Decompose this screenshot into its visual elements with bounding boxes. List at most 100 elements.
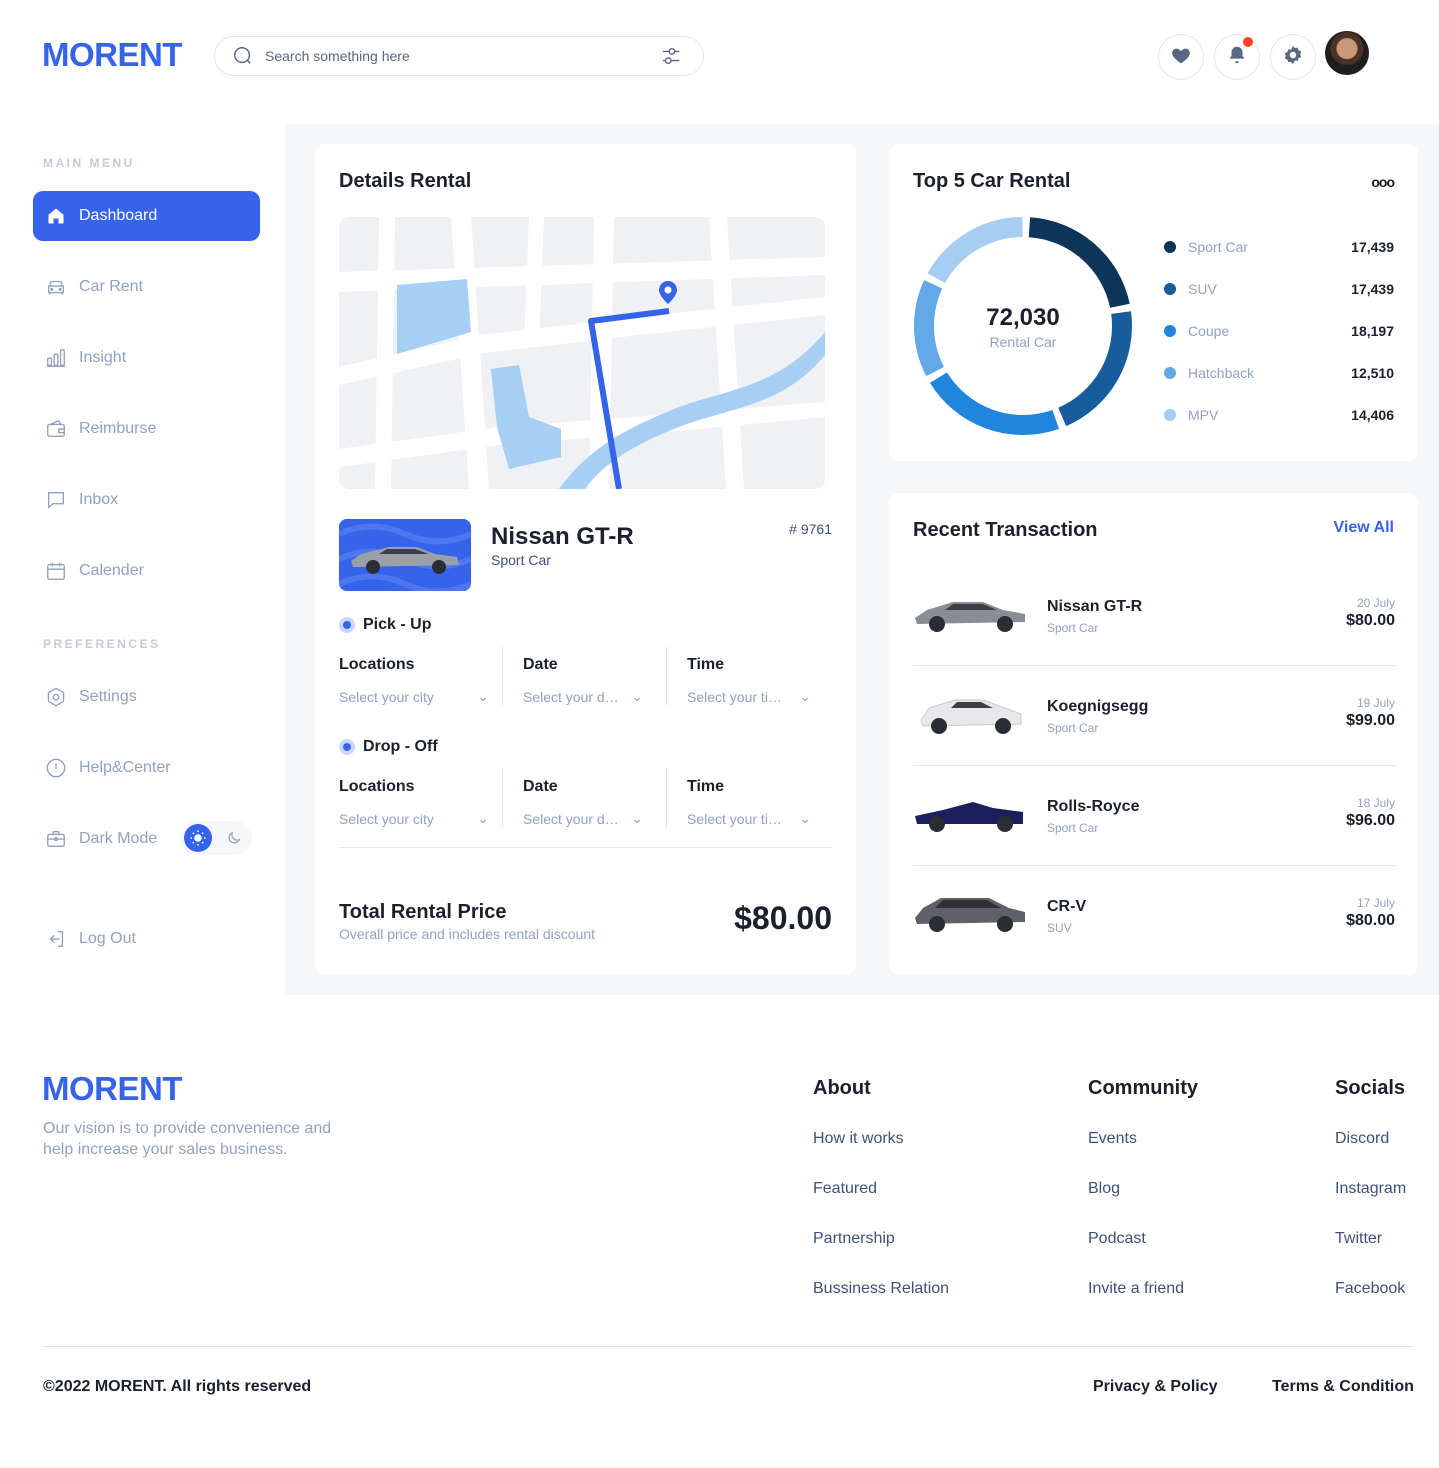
chevron-down-icon[interactable]: ⌄ xyxy=(477,810,489,827)
footer-link[interactable]: Events xyxy=(1088,1130,1198,1180)
dropoff-time-field[interactable]: Time Select your time ⌄ xyxy=(687,778,811,827)
footer-link[interactable]: Podcast xyxy=(1088,1230,1198,1280)
car-icon xyxy=(45,276,67,298)
transaction-car-type: Sport Car xyxy=(1047,621,1099,635)
header-actions xyxy=(1158,34,1316,80)
logout-button[interactable]: Log Out xyxy=(33,914,260,964)
transaction-row[interactable]: CR-V SUV 17 July $80.00 xyxy=(913,866,1395,966)
total-price-title: Total Rental Price xyxy=(339,901,507,923)
view-all-link[interactable]: View All xyxy=(1334,519,1394,537)
field-label: Date xyxy=(523,656,558,673)
pickup-date-field[interactable]: Date Select your date ⌄ xyxy=(523,656,643,705)
sidebar-item-label: Car Rent xyxy=(79,278,144,295)
transaction-row[interactable]: Koegnigsegg Sport Car 19 July $99.00 xyxy=(913,666,1395,766)
sidebar-item-reimburse[interactable]: Reimburse xyxy=(33,404,260,454)
legend-swatch xyxy=(1164,409,1176,421)
donut-total: 72,030 xyxy=(986,304,1060,331)
chevron-down-icon[interactable]: ⌄ xyxy=(799,810,811,827)
favorites-button[interactable] xyxy=(1158,34,1204,80)
radio-icon[interactable] xyxy=(339,617,355,633)
terms-condition-link[interactable]: Terms & Condition xyxy=(1272,1378,1414,1396)
message-icon xyxy=(45,489,67,511)
footer-link[interactable]: How it works xyxy=(813,1130,949,1180)
heart-icon xyxy=(1170,44,1192,71)
footer-link[interactable]: Partnership xyxy=(813,1230,949,1280)
filter-icon[interactable] xyxy=(659,44,683,68)
transaction-car-type: SUV xyxy=(1047,921,1072,935)
sidebar-item-help-center[interactable]: Help&Center xyxy=(33,743,260,793)
legend-value: 18,197 xyxy=(1351,323,1394,339)
footer-link[interactable]: Blog xyxy=(1088,1180,1198,1230)
legend-swatch xyxy=(1164,241,1176,253)
top5-title: Top 5 Car Rental xyxy=(913,170,1071,192)
legend-value: 14,406 xyxy=(1351,407,1394,423)
footer-link[interactable]: Featured xyxy=(813,1180,949,1230)
footer-link[interactable]: Instagram xyxy=(1335,1180,1406,1230)
footer-logo[interactable]: MORENT xyxy=(42,1070,183,1108)
moon-icon[interactable] xyxy=(220,824,248,852)
brand-logo[interactable]: MORENT xyxy=(42,36,183,74)
sidebar-item-settings[interactable]: Settings xyxy=(33,672,260,722)
donut-slice[interactable] xyxy=(927,217,1023,284)
legend-name: SUV xyxy=(1188,281,1217,297)
more-options-icon[interactable]: ooo xyxy=(1371,174,1395,190)
privacy-policy-link[interactable]: Privacy & Policy xyxy=(1093,1378,1218,1396)
route-map[interactable] xyxy=(339,217,825,489)
sidebar-item-calender[interactable]: Calender xyxy=(33,546,260,596)
donut-slice[interactable] xyxy=(1028,217,1130,309)
transaction-price: $99.00 xyxy=(1346,712,1395,729)
car-image xyxy=(913,788,1027,840)
notifications-button[interactable] xyxy=(1214,34,1260,80)
sidebar-item-label: Dark Mode xyxy=(79,830,158,847)
sidebar-item-dashboard[interactable]: Dashboard xyxy=(33,191,260,241)
car-image xyxy=(913,688,1027,740)
dark-mode-toggle[interactable] xyxy=(180,821,252,855)
legend-name: MPV xyxy=(1188,407,1219,423)
dropoff-date-field[interactable]: Date Select your date ⌄ xyxy=(523,778,643,827)
car-image xyxy=(913,588,1027,640)
footer-divider xyxy=(43,1346,1413,1347)
chart-icon xyxy=(45,347,67,369)
chevron-down-icon[interactable]: ⌄ xyxy=(477,688,489,705)
preferences-heading: PREFERENCES xyxy=(43,637,161,651)
settings-button[interactable] xyxy=(1270,34,1316,80)
chevron-down-icon[interactable]: ⌄ xyxy=(631,688,643,705)
footer-link[interactable]: Facebook xyxy=(1335,1280,1406,1330)
divider xyxy=(666,646,667,706)
donut-slice[interactable] xyxy=(929,372,1060,435)
divider xyxy=(339,847,832,848)
dropoff-location-field[interactable]: Locations Select your city ⌄ xyxy=(339,778,489,827)
legend-swatch xyxy=(1164,367,1176,379)
legend-item: Hatchback 12,510 xyxy=(1164,352,1394,394)
donut-chart: 72,030 Rental Car xyxy=(913,216,1133,436)
footer-link[interactable]: Bussiness Relation xyxy=(813,1280,949,1330)
sidebar-item-dark-mode[interactable]: Dark Mode xyxy=(33,814,173,864)
chevron-down-icon[interactable]: ⌄ xyxy=(799,688,811,705)
divider xyxy=(502,646,503,706)
donut-legend: Sport Car 17,439 SUV 17,439 Coupe 18,197 Ha… xyxy=(1164,226,1394,436)
calendar-icon xyxy=(45,560,67,582)
footer-column-socials: Socials Discord Instagram Twitter Facebo… xyxy=(1335,1077,1406,1330)
avatar[interactable] xyxy=(1325,31,1369,75)
transaction-row[interactable]: Rolls-Royce Sport Car 18 July $96.00 xyxy=(913,766,1395,866)
field-value: Select your city xyxy=(339,688,434,705)
sidebar-item-label: Insight xyxy=(79,349,127,366)
search-input[interactable] xyxy=(265,48,659,64)
footer-link[interactable]: Discord xyxy=(1335,1130,1406,1180)
field-label: Locations xyxy=(339,778,415,795)
footer-link[interactable]: Twitter xyxy=(1335,1230,1406,1280)
sidebar-item-inbox[interactable]: Inbox xyxy=(33,475,260,525)
transaction-date: 17 July xyxy=(1356,896,1395,910)
briefcase-icon xyxy=(45,828,67,850)
legend-name: Hatchback xyxy=(1188,365,1255,381)
pickup-time-field[interactable]: Time Select your time ⌄ xyxy=(687,656,811,705)
chevron-down-icon[interactable]: ⌄ xyxy=(631,810,643,827)
sidebar-item-car-rent[interactable]: Car Rent xyxy=(33,262,260,312)
transaction-price: $80.00 xyxy=(1346,612,1395,629)
pickup-location-field[interactable]: Locations Select your city ⌄ xyxy=(339,656,489,705)
radio-icon[interactable] xyxy=(339,739,355,755)
footer-link[interactable]: Invite a friend xyxy=(1088,1280,1198,1330)
sidebar-item-insight[interactable]: Insight xyxy=(33,333,260,383)
transaction-row[interactable]: Nissan GT-R Sport Car 20 July $80.00 xyxy=(913,566,1395,666)
sun-icon[interactable] xyxy=(184,824,212,852)
